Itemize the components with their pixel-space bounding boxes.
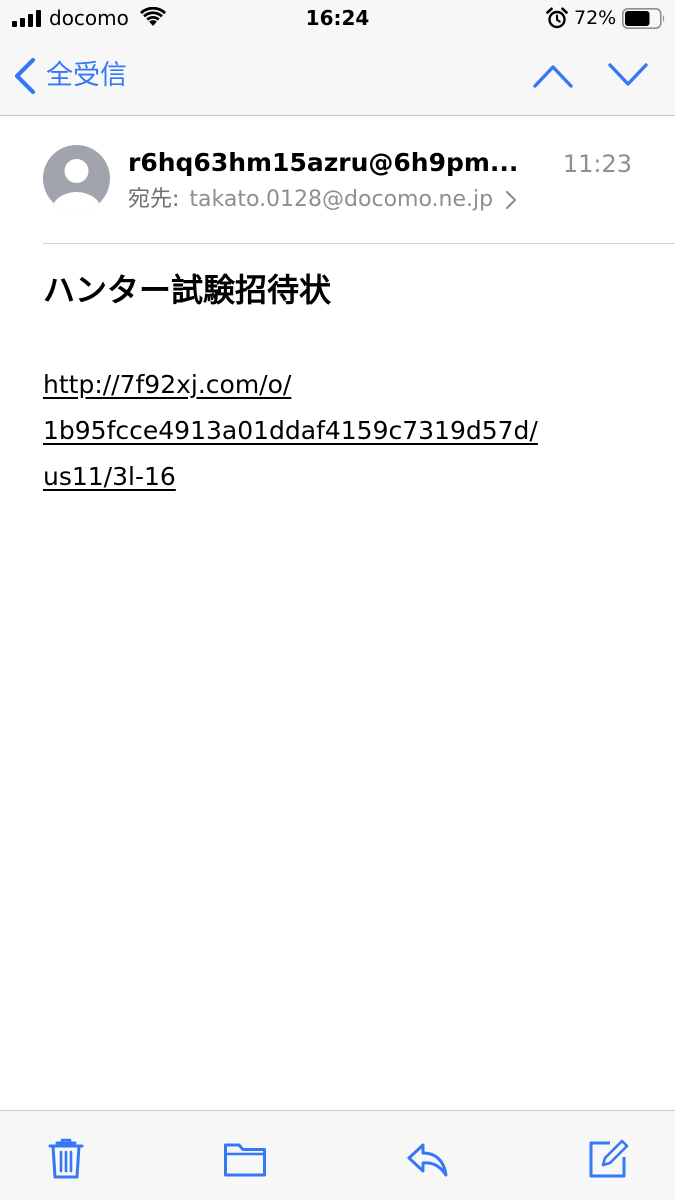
- battery-icon: [622, 8, 665, 29]
- message-subject: ハンター試験招待状: [43, 271, 332, 309]
- header-divider: [43, 243, 675, 244]
- recipient-label: 宛先:: [128, 187, 180, 212]
- message-link[interactable]: http://7f92xj.com/o/ 1b95fcce4913a01ddaf…: [43, 362, 643, 500]
- mail-screen: docomo 16:24 72% 全受信 r6hq63hm15azru@6h9p…: [0, 0, 675, 1200]
- avatar[interactable]: [43, 145, 110, 212]
- alarm-clock-icon: [546, 7, 568, 29]
- top-area: docomo 16:24 72% 全受信: [0, 0, 675, 116]
- wifi-icon: [140, 7, 166, 26]
- folder-icon[interactable]: [223, 1137, 267, 1181]
- link-line: http://7f92xj.com/o/: [43, 370, 292, 399]
- chevron-up-icon[interactable]: [531, 60, 575, 90]
- reply-icon[interactable]: [405, 1137, 449, 1181]
- back-button[interactable]: 全受信: [12, 54, 127, 98]
- trash-icon[interactable]: [44, 1137, 88, 1181]
- link-line: 1b95fcce4913a01ddaf4159c7319d57d/: [43, 416, 538, 445]
- compose-icon[interactable]: [586, 1137, 630, 1181]
- status-bar: docomo 16:24 72%: [0, 0, 675, 38]
- recipient-address: takato.0128@docomo.ne.jp: [189, 187, 494, 212]
- recipient-row[interactable]: 宛先: takato.0128@docomo.ne.jp: [128, 184, 517, 216]
- chevron-right-icon: [505, 190, 517, 210]
- chevron-left-icon: [14, 57, 36, 95]
- back-button-label: 全受信: [46, 60, 127, 91]
- carrier-name: docomo: [49, 6, 129, 30]
- nav-bar: 全受信: [0, 38, 675, 116]
- sender-address[interactable]: r6hq63hm15azru@6h9pm...: [128, 146, 548, 180]
- signal-bars-icon: [12, 10, 41, 27]
- battery-percent: 72%: [574, 7, 617, 29]
- link-line: us11/3l-16: [43, 462, 176, 491]
- chevron-down-icon[interactable]: [606, 60, 650, 90]
- received-time: 11:23: [562, 150, 632, 178]
- bottom-toolbar: [0, 1110, 675, 1200]
